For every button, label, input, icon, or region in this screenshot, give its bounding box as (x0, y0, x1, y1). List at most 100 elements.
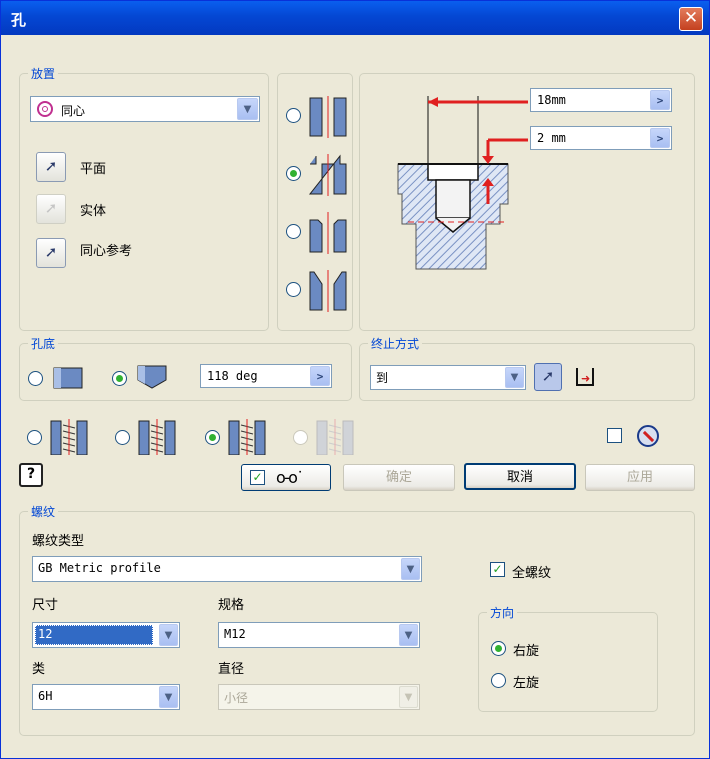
chevron-down-icon[interactable]: ▼ (237, 98, 258, 120)
placement-group-label: 放置 (28, 65, 59, 82)
designation-combo[interactable]: M12 ▼ (218, 622, 420, 648)
chevron-down-icon[interactable]: ▼ (399, 624, 418, 646)
title-bar[interactable]: 孔 ✕ (1, 1, 709, 35)
countersink-hole-icon (309, 270, 347, 312)
preview-options-checkbox[interactable] (607, 428, 622, 443)
drill-point-angle-radio[interactable] (112, 371, 127, 386)
chevron-right-icon[interactable]: > (310, 366, 330, 386)
termination-group-label: 终止方式 (368, 335, 423, 352)
flip-direction-icon[interactable]: ➜ (572, 364, 598, 390)
drill-point-group-label: 孔底 (28, 335, 59, 352)
termination-group: 终止方式 到 ▼ ➚ ➜ (359, 335, 695, 401)
diameter-label: 直径 (218, 662, 245, 677)
termination-combo[interactable]: 到 ▼ (370, 365, 526, 390)
thread-type-taper-tapped-radio[interactable] (293, 430, 308, 445)
chevron-down-icon[interactable]: ▼ (399, 686, 418, 708)
chevron-down-icon[interactable]: ▼ (401, 558, 420, 580)
face-pick-button[interactable]: ➚ (36, 152, 66, 182)
clearance-thread-icon (138, 419, 176, 455)
size-label: 尺寸 (32, 598, 59, 613)
diameter-combo-value: 小径 (224, 691, 249, 705)
class-label: 类 (32, 662, 46, 677)
spotface-hole-icon (309, 212, 347, 254)
termination-value: 到 (376, 371, 389, 385)
placement-type-value: 同心 (61, 104, 86, 118)
direction-group-label: 方向 (487, 604, 518, 621)
designation-value: M12 (224, 627, 246, 641)
drill-angle-input[interactable]: 118 deg > (200, 364, 332, 388)
hole-type-simple-hole-radio[interactable] (286, 108, 301, 123)
size-selection-highlight (35, 625, 153, 645)
full-depth-checkbox[interactable]: ✓ (490, 562, 505, 577)
thread-type-label: 螺纹类型 (32, 534, 85, 549)
hole-type-counterbore-hole-radio[interactable] (286, 166, 301, 181)
placement-type-combo[interactable]: 同心 ▼ (30, 96, 260, 122)
chevron-right-icon[interactable]: > (650, 90, 670, 110)
thread-type-simple-radio[interactable] (27, 430, 42, 445)
drill-point-flat-radio[interactable] (28, 371, 43, 386)
size-combo[interactable]: 12 ▼ (32, 622, 180, 648)
preview-toggle-button[interactable]: ✓ o-o ͘ (241, 464, 331, 491)
drill-point-group: 孔底 118 deg > (19, 335, 352, 401)
preview-checkbox[interactable]: ✓ (250, 470, 265, 485)
diameter-combo[interactable]: 小径 ▼ (218, 684, 420, 710)
chevron-down-icon[interactable]: ▼ (159, 624, 178, 646)
solid-pick-button[interactable]: ➚ (36, 194, 66, 224)
termination-pick-button[interactable]: ➚ (534, 363, 562, 391)
simple-thread-icon (50, 419, 88, 455)
help-button[interactable]: ? (19, 463, 43, 487)
ok-button[interactable]: 确定 (343, 464, 455, 491)
diameter-input[interactable]: 18mm > (530, 88, 672, 112)
left-hand-label: 左旋 (513, 676, 540, 691)
flat-drill-point-icon (53, 367, 83, 389)
taper-tapped-thread-icon (316, 419, 354, 455)
class-value: 6H (38, 689, 53, 703)
simple-hole-icon (309, 96, 347, 138)
class-combo[interactable]: 6H ▼ (32, 684, 180, 710)
right-hand-label: 右旋 (513, 644, 540, 659)
hole-type-countersink-hole-radio[interactable] (286, 282, 301, 297)
thread-type-combo[interactable]: GB Metric profile ▼ (32, 556, 422, 582)
full-depth-label: 全螺纹 (512, 566, 552, 581)
chevron-down-icon[interactable]: ▼ (159, 686, 178, 708)
hole-preview-group: 18mm > 2 mm > (359, 73, 695, 331)
face-pick-label: 平面 (80, 162, 107, 177)
right-hand-radio[interactable] (491, 641, 506, 656)
help-icon: ? (26, 466, 36, 482)
thread-type-tapped-radio[interactable] (205, 430, 220, 445)
cursor-arrow-icon: ➚ (44, 243, 58, 261)
cancel-button[interactable]: 取消 (464, 463, 576, 490)
close-button[interactable]: ✕ (679, 7, 703, 31)
size-value: 12 (38, 627, 53, 641)
diameter-value: 18mm (537, 93, 566, 107)
apply-button[interactable]: 应用 (585, 464, 695, 491)
tapped-thread-icon (228, 419, 266, 455)
glasses-icon: o-o ͘ (276, 468, 301, 487)
chevron-right-icon[interactable]: > (650, 128, 670, 148)
counterbore-hole-icon (308, 154, 347, 196)
thread-type-clearance-radio[interactable] (115, 430, 130, 445)
thread-type-value: GB Metric profile (38, 561, 161, 575)
threads-group-label: 螺纹 (28, 503, 59, 520)
depth-value: 2 mm (537, 131, 566, 145)
cursor-arrow-icon: ➚ (44, 199, 58, 217)
left-hand-radio[interactable] (491, 673, 506, 688)
placement-group: 放置 同心 ▼ ➚ 平面 ➚ 实体 ➚ 同心参考 (19, 65, 269, 331)
hole-type-group (277, 73, 353, 331)
depth-input[interactable]: 2 mm > (530, 126, 672, 150)
cursor-arrow-icon: ➚ (541, 367, 555, 385)
designation-label: 规格 (218, 598, 245, 613)
concentric-reference-pick-button[interactable]: ➚ (36, 238, 66, 268)
window-title: 孔 (11, 11, 27, 29)
threads-group: 螺纹 螺纹类型 GB Metric profile ▼ ✓ 全螺纹 尺寸 12 … (19, 503, 695, 736)
no-entry-icon[interactable] (637, 425, 659, 447)
chevron-down-icon[interactable]: ▼ (505, 367, 524, 388)
drill-angle-value: 118 deg (207, 369, 258, 383)
direction-group: 方向 右旋 左旋 (478, 604, 658, 712)
solid-pick-label: 实体 (80, 204, 107, 219)
angled-drill-point-icon (137, 365, 167, 389)
hole-section-preview (397, 96, 528, 270)
hole-type-spotface-hole-radio[interactable] (286, 224, 301, 239)
concentric-circle-icon (37, 101, 53, 117)
concentric-reference-label: 同心参考 (80, 244, 133, 259)
